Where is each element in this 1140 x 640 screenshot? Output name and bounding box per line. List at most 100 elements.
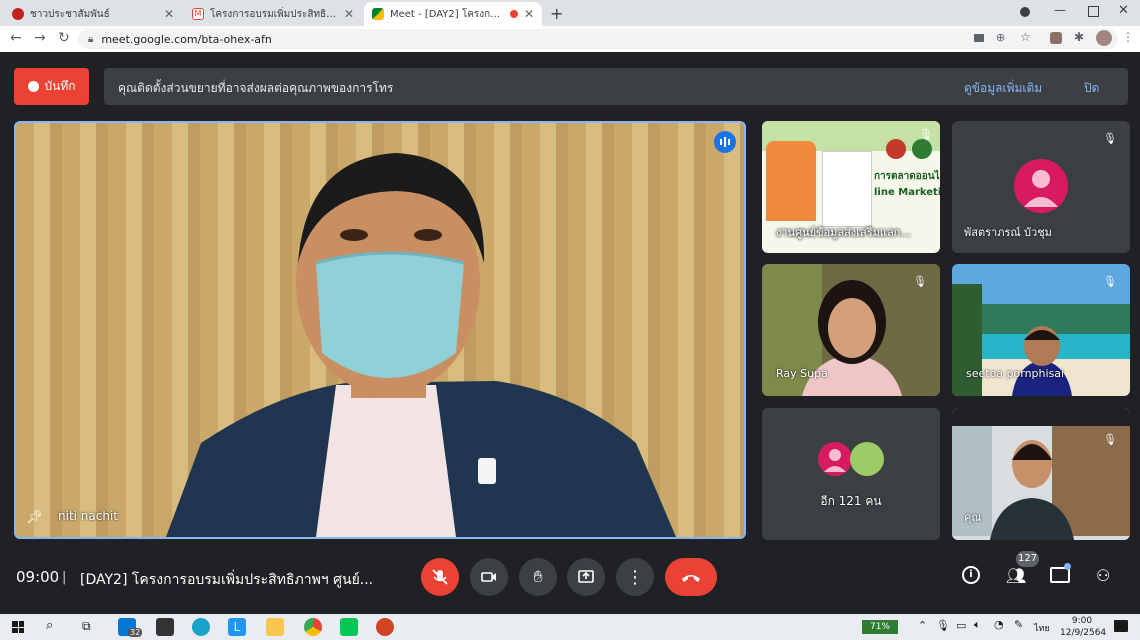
mail-badge: 32 [128,628,143,637]
extension-icon[interactable] [1050,32,1062,44]
store-icon[interactable] [156,618,174,636]
participant-tile[interactable]: 🎙︎ พัสตราภรณ์ บัวชุม [952,121,1130,253]
participant-tile[interactable]: 🎙︎ Ray Supa [762,264,940,396]
mic-off-icon: 🎙︎ [913,275,927,288]
close-window-icon[interactable]: ✕ [1118,3,1129,18]
meeting-details-icon[interactable]: i [962,566,980,584]
new-tab-button[interactable]: + [550,4,563,23]
notifications-icon[interactable] [1114,620,1128,632]
battery-icon[interactable]: ▭ [956,619,966,632]
restore-icon[interactable] [1088,6,1099,17]
close-tab-icon[interactable]: ✕ [344,7,354,21]
input-language[interactable]: ไทย [1034,621,1050,635]
volume-icon[interactable]: 🔈︎ [974,618,981,632]
windows-start-icon[interactable] [12,621,24,633]
mic-off-icon: 🎙︎ [1103,433,1117,446]
chrome-menu-icon[interactable]: ⋮ [1122,30,1134,44]
main-speaker-tile[interactable]: 📌︎ niti nachit [14,121,746,539]
close-tab-icon[interactable]: ✕ [164,7,174,21]
participant-tile[interactable]: 🎙︎ seetoa pornphisai [952,264,1130,396]
record-dot-icon [27,81,39,92]
browser-toolbar: ← → ↻ 🔒︎ meet.google.com/bta-ohex-afn ⊕ … [0,26,1140,52]
self-tile[interactable]: 🎙︎ คุณ [952,408,1130,540]
others-tile[interactable]: อีก 121 คน [762,408,940,540]
participant-name: คุณ [964,511,982,524]
speaker-video [166,153,676,537]
more-options-button[interactable]: ⋮ [616,558,654,596]
present-screen-button[interactable] [567,558,605,596]
mic-off-icon: 🎙︎ [919,128,933,141]
participant-name: พัสตราภรณ์ บัวชุม [964,226,1052,239]
record-label: บันทึก [44,79,76,93]
main-speaker-name: niti nachit [58,509,118,523]
participant-name: งานศูนย์ข้อมูลส่งเสริมแลก... [776,226,911,239]
present-icon [578,570,594,583]
avatar [818,442,852,476]
tab-favicon-icon [12,8,24,20]
line-icon[interactable] [340,618,358,636]
tab-title: โครงการอบรมเพิ่มประสิทธิภาพฯ ศูนย์ข [210,8,338,20]
clock-date: 12/9/2564 [1060,628,1107,638]
browser-tab[interactable]: ชาวประชาสัมพันธ์ ✕ [4,2,182,26]
wifi-icon[interactable]: ◔ [994,618,1004,631]
reload-icon[interactable]: ↻ [58,30,70,46]
gmail-icon: M [192,8,204,20]
extensions-puzzle-icon[interactable]: ✱ [1074,30,1084,44]
record-button[interactable]: บันทึก [14,68,89,105]
slide-subtitle: line Marketin [874,187,940,198]
speaking-indicator-icon [714,131,736,153]
system-clock[interactable]: 9:00 12/9/2564 [1060,615,1107,639]
search-icon[interactable]: ⌕ [46,618,53,633]
app-icon[interactable]: L [228,618,246,636]
camera-toggle-button[interactable] [470,558,508,596]
banner-message: คุณติดตั้งส่วนขยายที่อาจส่งผลต่อคุณภาพขอ… [118,81,394,95]
pen-icon[interactable]: ✎ [1014,618,1023,631]
edge-icon[interactable] [192,618,210,636]
activities-icon[interactable]: ⚇ [1096,566,1110,585]
participant-name: Ray Supa [776,367,828,380]
others-count: อีก 121 คน [820,494,882,508]
mic-off-icon [432,569,448,585]
avatar [1014,159,1068,213]
leave-call-button[interactable] [665,558,717,596]
recording-indicator-icon [509,10,518,18]
mic-toggle-button[interactable] [421,558,459,596]
battery-meter[interactable]: 71% [862,620,898,634]
meet-icon [372,8,384,20]
file-explorer-icon[interactable] [266,618,284,636]
zoom-icon[interactable]: ⊕ [996,31,1005,44]
chrome-icon[interactable] [304,618,322,636]
camera-in-use-icon[interactable] [974,34,984,42]
show-hidden-icons-icon[interactable]: ⌃ [918,619,927,632]
powerpoint-icon[interactable] [376,618,394,636]
tab-search-icon[interactable] [1020,7,1030,17]
participant-tile[interactable]: การตลาดออนไลน์ line Marketin 🎙︎ งานศูนย์… [762,121,940,253]
pin-icon[interactable]: 📌︎ [26,510,43,525]
avatar [850,442,884,476]
back-icon[interactable]: ← [10,30,22,46]
extension-warning-banner: คุณติดตั้งส่วนขยายที่อาจส่งผลต่อคุณภาพขอ… [104,68,1128,105]
minimize-icon[interactable]: — [1054,3,1066,17]
meeting-clock: 09:00 [16,568,60,586]
meeting-title: [DAY2] โครงการอบรมเพิ่มประสิทธิภาพฯ ศูนย… [80,572,374,588]
url-text: meet.google.com/bta-ohex-afn [101,32,272,46]
video-camera-icon [481,572,496,582]
close-tab-icon[interactable]: ✕ [524,7,534,21]
browser-tab-active[interactable]: Meet - [DAY2] โครงการอบรมเ ✕ [364,2,542,26]
raise-hand-button[interactable]: ✋︎ [519,558,557,596]
people-icon[interactable]: 👥︎ [1006,566,1026,585]
more-info-link[interactable]: ดูข้อมูลเพิ่มเติม [964,79,1042,98]
bookmark-star-icon[interactable]: ☆ [1020,30,1031,44]
banner-close-button[interactable]: ปิด [1084,79,1099,98]
profile-avatar[interactable] [1096,30,1112,46]
windows-taskbar: ⌕ ⧉ 32 L 71% ⌃ 🎙︎ ▭ 🔈︎ ◔ ✎ ไทย 9:00 12/9… [0,614,1140,640]
logo-seal [886,139,906,159]
forward-icon[interactable]: → [34,30,46,46]
chat-notification-dot [1064,563,1071,570]
address-bar[interactable]: 🔒︎ meet.google.com/bta-ohex-afn [78,29,1118,49]
microphone-icon[interactable]: 🎙︎ [936,619,950,632]
browser-tab[interactable]: M โครงการอบรมเพิ่มประสิทธิภาพฯ ศูนย์ข ✕ [184,2,362,26]
browser-tab-bar: ชาวประชาสัมพันธ์ ✕ M โครงการอบรมเพิ่มประ… [0,0,1140,26]
task-view-icon[interactable]: ⧉ [82,619,91,634]
hand-icon: ✋︎ [533,567,543,586]
